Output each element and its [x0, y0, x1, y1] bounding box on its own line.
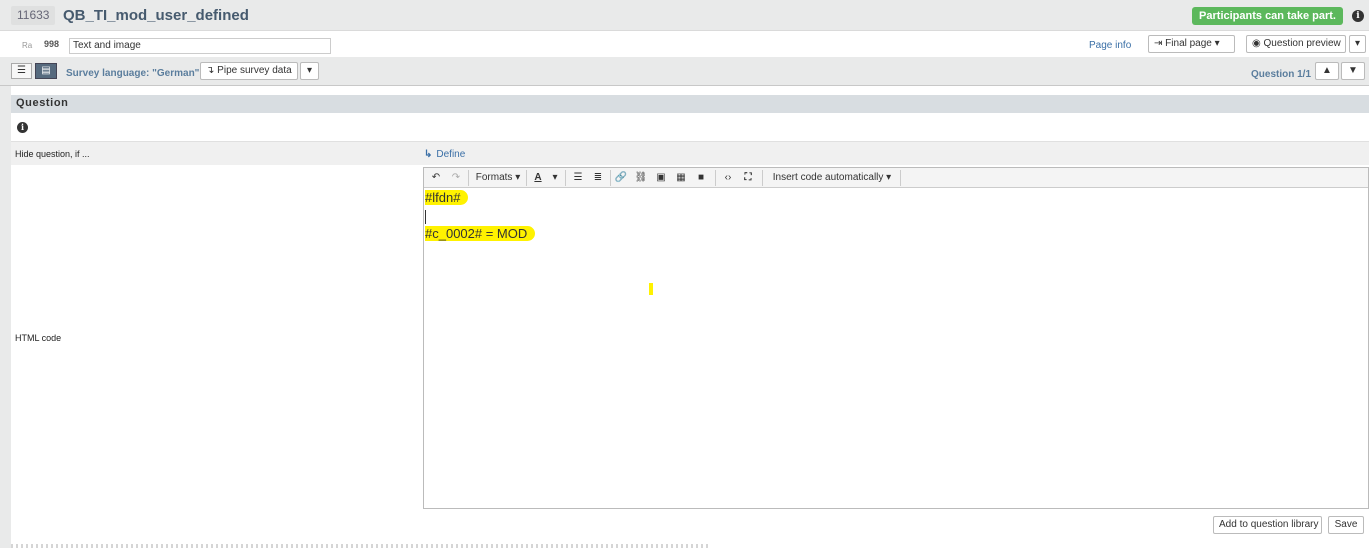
code-line: #lfdn# [425, 190, 469, 206]
highlight-mark [649, 283, 653, 295]
code-line: #c_0002# = MOD [425, 226, 536, 242]
question-title: QB_TI_mod_user_defined [63, 7, 249, 24]
html-code-label: HTML code [15, 333, 62, 343]
status-badge: Participants can take part. [1192, 7, 1343, 25]
bullet-list-icon[interactable]: ☰ [571, 170, 585, 186]
fullscreen-icon[interactable]: ⛶ [741, 170, 755, 186]
question-counter: Question 1/1 [1251, 69, 1312, 80]
chevron-down-icon: ▾ [1354, 38, 1361, 49]
section-title: Question [16, 97, 69, 109]
left-gutter [0, 86, 11, 548]
pipe-dropdown-button[interactable]: ▾ [300, 62, 319, 80]
redo-icon[interactable]: ↷ [450, 170, 462, 186]
filter-icon: ↳ [424, 149, 433, 160]
question-preview-button[interactable]: ◉ Question preview [1246, 35, 1346, 53]
unlink-icon[interactable]: ⛓ [634, 170, 648, 186]
chevron-down-icon: ▼ [1348, 65, 1358, 76]
image-icon[interactable]: ▣ [654, 170, 668, 186]
question-meta-row: Ra 998 Text and image Page info ⇥ Final … [0, 31, 1369, 57]
final-page-button[interactable]: ⇥ Final page ▾ [1148, 35, 1235, 53]
add-list-icon[interactable]: ☰ [11, 63, 32, 79]
pipe-survey-data-label: Pipe survey data [217, 65, 292, 76]
insert-code-label: Insert code automatically [772, 172, 884, 183]
editor-content[interactable]: #lfdn# #c_0002# = MOD [424, 189, 1368, 508]
editor-toolbar: ↶ ↷ Formats ▾ A ▾ ☰ ≣ 🔗 ⛓ ▣ ▦ ■ ‹› ⛶ Ins… [424, 168, 1368, 188]
template-icon[interactable]: ■ [694, 170, 708, 186]
pipe-survey-data-button[interactable]: ↴ Pipe survey data [200, 62, 298, 80]
undo-icon[interactable]: ↶ [430, 170, 442, 186]
eye-icon: ◉ [1252, 38, 1261, 49]
layout-icon[interactable]: ▤ [35, 63, 57, 79]
formats-dropdown[interactable]: Formats ▾ [472, 170, 524, 186]
info-circle-icon[interactable]: i [1352, 10, 1364, 22]
chevron-down-icon: ▾ [306, 65, 313, 76]
question-type-field[interactable]: Text and image [69, 38, 331, 54]
preview-dropdown-button[interactable]: ▾ [1349, 35, 1366, 53]
ra-number: 998 [44, 39, 60, 49]
question-toolbar: ☰ ▤ Survey language: "German" ↴ Pipe sur… [0, 57, 1369, 86]
define-link[interactable]: ↳ Define [424, 149, 465, 160]
info-circle-icon[interactable]: i [17, 122, 28, 133]
question-preview-label: Question preview [1263, 38, 1341, 49]
hide-question-row: Hide question, if ... ↳ Define [11, 141, 1369, 165]
question-info-row: i [11, 113, 1369, 141]
font-color-icon[interactable]: A [532, 170, 544, 186]
code-line-text: #c_0002# = MOD [425, 226, 536, 241]
media-icon[interactable]: ▦ [674, 170, 688, 186]
title-bar: 11633 QB_TI_mod_user_defined Participant… [0, 0, 1369, 31]
final-page-label: Final page [1165, 38, 1212, 49]
cut-off-text-line [11, 544, 711, 548]
formats-label: Formats [475, 172, 513, 183]
hide-question-label: Hide question, if ... [15, 149, 90, 159]
final-page-icon: ⇥ [1154, 38, 1163, 49]
ra-label: Ra [22, 41, 33, 50]
insert-code-dropdown[interactable]: Insert code automatically ▾ [766, 170, 898, 186]
previous-question-button[interactable]: ▲ [1315, 62, 1339, 80]
source-code-icon[interactable]: ‹› [721, 170, 735, 186]
text-caret [425, 210, 426, 224]
link-icon[interactable]: 🔗 [614, 170, 628, 186]
chevron-up-icon: ▲ [1322, 65, 1332, 76]
chevron-down-icon: ▾ [1214, 38, 1220, 49]
question-id-badge: 11633 [11, 6, 56, 25]
question-section-header: Question [11, 95, 1369, 113]
survey-language: Survey language: "German" [66, 68, 200, 79]
page-info-link[interactable]: Page info [1089, 40, 1131, 51]
html-editor[interactable]: ↶ ↷ Formats ▾ A ▾ ☰ ≣ 🔗 ⛓ ▣ ▦ ■ ‹› ⛶ Ins… [423, 167, 1369, 509]
pipe-icon: ↴ [206, 65, 215, 76]
save-button[interactable]: Save [1328, 516, 1364, 534]
define-label: Define [436, 149, 466, 160]
chevron-down-icon[interactable]: ▾ [550, 170, 560, 186]
add-to-library-button[interactable]: Add to question library [1213, 516, 1322, 534]
code-line-text: #lfdn# [425, 190, 469, 205]
next-question-button[interactable]: ▼ [1341, 62, 1365, 80]
numbered-list-icon[interactable]: ≣ [591, 170, 605, 186]
